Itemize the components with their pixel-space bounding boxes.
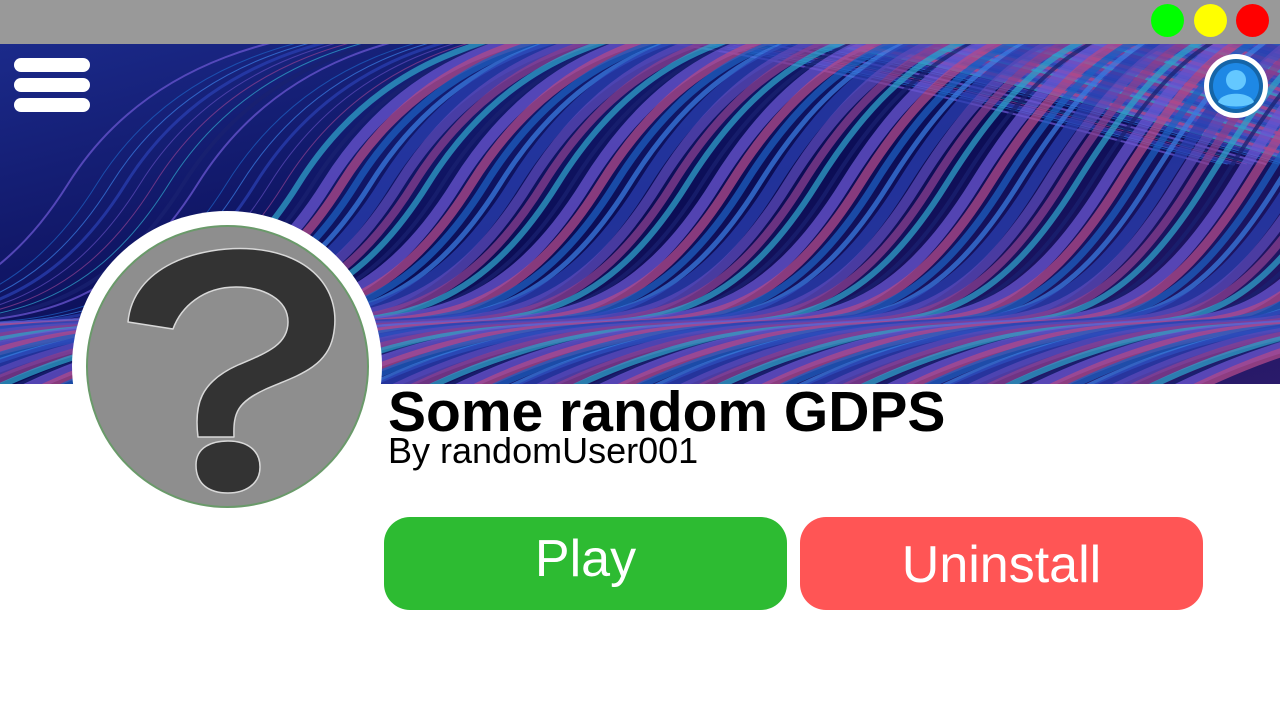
app-window: Some random GDPS By randomUser001 Play U…	[0, 0, 1280, 720]
close-button[interactable]	[1236, 4, 1269, 37]
question-mark-icon	[86, 225, 369, 508]
title-bar	[0, 0, 1280, 44]
uninstall-button[interactable]: Uninstall	[800, 517, 1203, 610]
menu-bar	[14, 98, 90, 112]
hamburger-menu-icon[interactable]	[14, 58, 90, 114]
server-author: By randomUser001	[388, 430, 699, 471]
menu-bar	[14, 58, 90, 72]
menu-bar	[14, 78, 90, 92]
minimize-button[interactable]	[1194, 4, 1227, 37]
user-avatar-icon[interactable]	[1204, 54, 1268, 118]
maximize-button[interactable]	[1151, 4, 1184, 37]
play-button[interactable]: Play	[384, 517, 787, 610]
